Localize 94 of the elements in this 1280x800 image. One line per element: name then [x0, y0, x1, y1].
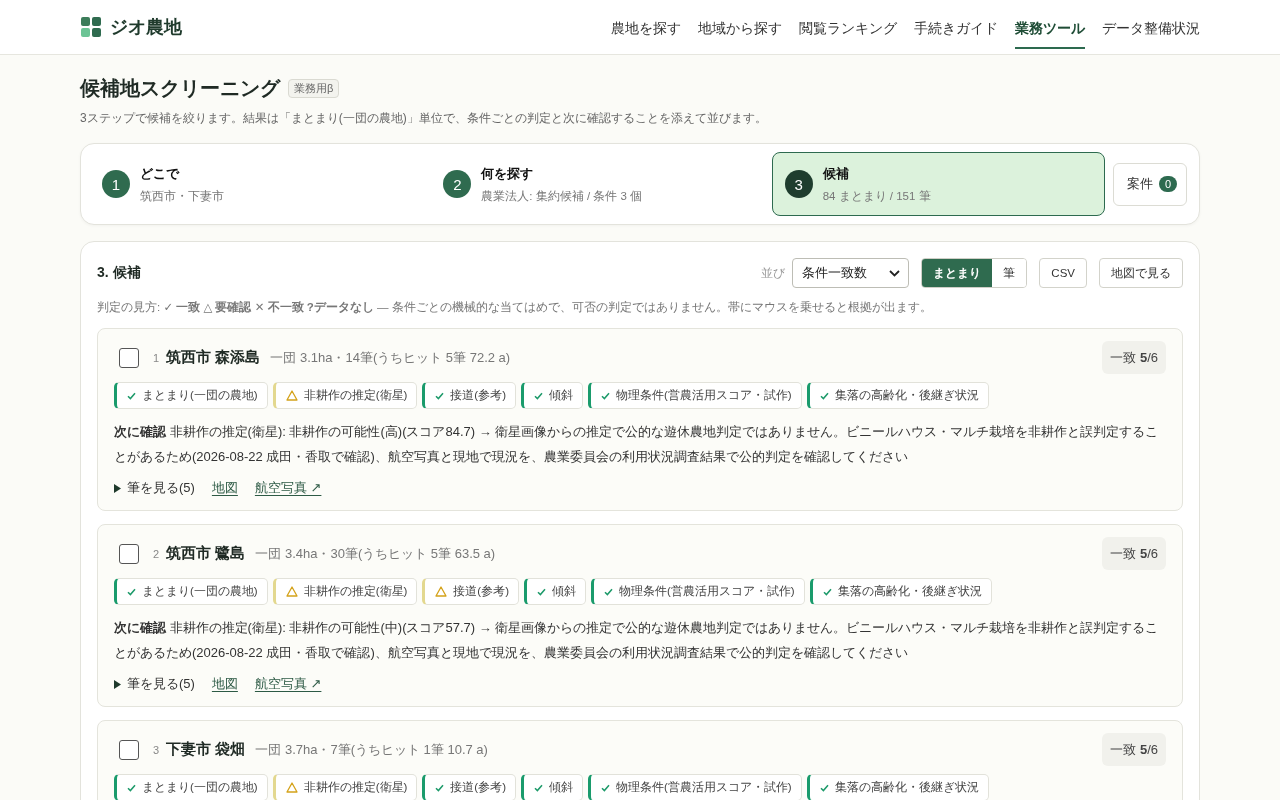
condition-tag[interactable]: 非耕作の推定(衛星): [272, 382, 418, 409]
caret-right-icon: [114, 679, 121, 689]
checkbox[interactable]: [119, 739, 139, 760]
warning-triangle-icon: [285, 390, 298, 401]
condition-tag[interactable]: まとまり(一団の農地): [114, 774, 268, 800]
check-icon: [127, 783, 136, 792]
check-icon: [819, 391, 829, 400]
condition-tag[interactable]: 物理条件(営農活用スコア・試作): [591, 578, 805, 605]
next-check-text: 次に確認 非耕作の推定(衛星): 非耕作の可能性(中)(スコア57.7) → 衛星画像からの推定で公的な遊休農地判定ではありません。ビニールハウス・マルチ栽培を非耕作と誤判定することがあるため(2026-08-22 成田・香取で確認)、航空写真と現地で現況を、農業委員会の利用状況調査結果で公的判定を確認してください: [114, 619, 1160, 662]
checkbox[interactable]: [119, 347, 139, 368]
row-number: 3: [153, 743, 160, 756]
condition-tag[interactable]: 物理条件(営農活用スコア・試作): [588, 382, 802, 409]
condition-tag[interactable]: 集落の高齢化・後継ぎ状況: [806, 382, 989, 409]
nav-link[interactable]: 手続きガイド: [914, 8, 998, 49]
count-badge: 0: [1159, 176, 1177, 192]
condition-tag[interactable]: 非耕作の推定(衛星): [272, 578, 418, 605]
check-icon: [819, 783, 829, 792]
check-icon: [127, 587, 136, 596]
step-tab[interactable]: 1 どこで 筑西市・下妻市: [89, 152, 423, 216]
caret-right-icon: [114, 483, 121, 493]
step-number: 1: [102, 170, 130, 198]
logo-text[interactable]: ジオ農地: [110, 15, 182, 39]
map-link[interactable]: 地図: [211, 675, 238, 693]
candidate-name: 筑西市 鷺島: [166, 544, 246, 563]
warning-triangle-icon: [435, 586, 448, 597]
check-icon: [601, 391, 610, 400]
map-link[interactable]: 地図: [211, 479, 238, 497]
condition-tag[interactable]: 傾斜: [521, 774, 583, 800]
page-description: 3ステップで候補を絞ります。結果は「まとまり(一団の農地)」単位で、条件ごとの判定と次に確認することを添えて並びます。: [80, 110, 768, 127]
check-icon: [435, 391, 445, 400]
legend-text: 判定の見方: ✓ 一致 △ 要確認 ✕ 不一致 ?データなし — 条件ごとの機械的な当てはめで、可否の判定ではありません。帯にマウスを乗せると根拠が出ます。: [97, 300, 933, 315]
section-title: 3. 候補: [97, 264, 141, 282]
chevron-down-icon: [889, 269, 901, 277]
cases-button[interactable]: 案件 0: [1113, 162, 1187, 206]
nav-link[interactable]: データ整備状況: [1102, 8, 1200, 49]
condition-tag[interactable]: 集落の高齢化・後継ぎ状況: [809, 578, 992, 605]
condition-tag[interactable]: 傾斜: [524, 578, 586, 605]
checkbox[interactable]: [119, 543, 139, 564]
check-icon: [435, 783, 445, 792]
step-detail: 84 まとまり / 151 筆: [822, 188, 931, 204]
match-score-badge: 一致 5/6: [1102, 733, 1166, 766]
check-icon: [127, 391, 136, 400]
view-toggle-button[interactable]: まとまり: [922, 259, 993, 287]
nav-link[interactable]: 地域から探す: [698, 8, 782, 49]
candidate-name: 筑西市 森添島: [166, 348, 261, 367]
warning-triangle-icon: [285, 782, 298, 793]
check-icon: [822, 587, 832, 596]
aerial-photo-link[interactable]: 航空写真 ↗: [254, 479, 322, 497]
condition-tag[interactable]: 傾斜: [521, 382, 583, 409]
candidate-meta: 一団 3.7ha・7筆(うちヒット 1筆 10.7 a): [255, 740, 488, 759]
step-number: 2: [443, 170, 472, 198]
condition-tag[interactable]: 物理条件(営農活用スコア・試作): [588, 774, 802, 800]
aerial-photo-link[interactable]: 航空写真 ↗: [254, 675, 322, 693]
csv-button[interactable]: CSV: [1039, 258, 1087, 288]
check-icon: [534, 783, 543, 792]
sort-select[interactable]: 条件一致数: [792, 258, 910, 288]
match-score-badge: 一致 5/6: [1102, 341, 1166, 374]
check-icon: [534, 391, 543, 400]
row-number: 2: [153, 547, 160, 560]
match-score-badge: 一致 5/6: [1102, 537, 1166, 570]
warning-triangle-icon: [285, 586, 298, 597]
condition-tag[interactable]: 接道(参考): [422, 774, 516, 800]
step-title: どこで: [140, 164, 181, 183]
check-icon: [537, 587, 546, 596]
logo-grid-icon: [81, 17, 101, 37]
page-title: 候補地スクリーニング: [80, 76, 280, 101]
candidate-meta: 一団 3.4ha・30筆(うちヒット 5筆 63.5 a): [255, 544, 496, 563]
step-title: 何を探す: [481, 164, 535, 183]
expand-button[interactable]: 筆を見る(5): [114, 479, 195, 497]
beta-badge: 業務用β: [288, 79, 340, 98]
check-icon: [604, 587, 613, 596]
condition-tag[interactable]: 接道(参考): [422, 382, 516, 409]
condition-tag[interactable]: 非耕作の推定(衛星): [272, 774, 418, 800]
step-detail: 筑西市・下妻市: [140, 188, 224, 204]
step-detail: 農業法人: 集約候補 / 条件 3 個: [481, 188, 643, 204]
step-title: 候補: [822, 164, 850, 183]
candidate-meta: 一団 3.1ha・14筆(うちヒット 5筆 72.2 a): [270, 348, 511, 367]
nav-link[interactable]: 農地を探す: [611, 8, 681, 49]
map-view-button[interactable]: 地図で見る: [1099, 258, 1183, 288]
row-number: 1: [153, 351, 160, 364]
expand-button[interactable]: 筆を見る(5): [114, 675, 195, 693]
condition-tag[interactable]: まとまり(一団の農地): [114, 578, 268, 605]
nav-link[interactable]: 業務ツール: [1015, 8, 1085, 49]
step-tab[interactable]: 2 何を探す 農業法人: 集約候補 / 条件 3 個: [430, 152, 764, 216]
nav-link[interactable]: 閲覧ランキング: [799, 8, 897, 49]
candidate-name: 下妻市 袋畑: [166, 740, 246, 759]
check-icon: [601, 783, 610, 792]
condition-tag[interactable]: 接道(参考): [422, 578, 519, 605]
step-tab[interactable]: 3 候補 84 まとまり / 151 筆: [771, 152, 1105, 216]
condition-tag[interactable]: まとまり(一団の農地): [114, 382, 268, 409]
next-check-text: 次に確認 非耕作の推定(衛星): 非耕作の可能性(高)(スコア84.7) → 衛星画像からの推定で公的な遊休農地判定ではありません。ビニールハウス・マルチ栽培を非耕作と誤判定することがあるため(2026-08-22 成田・香取で確認)、航空写真と現地で現況を、農業委員会の利用状況調査結果で公的判定を確認してください: [114, 423, 1160, 466]
step-number: 3: [784, 170, 813, 198]
condition-tag[interactable]: 集落の高齢化・後継ぎ状況: [806, 774, 989, 800]
sort-label: 並び: [761, 264, 786, 282]
